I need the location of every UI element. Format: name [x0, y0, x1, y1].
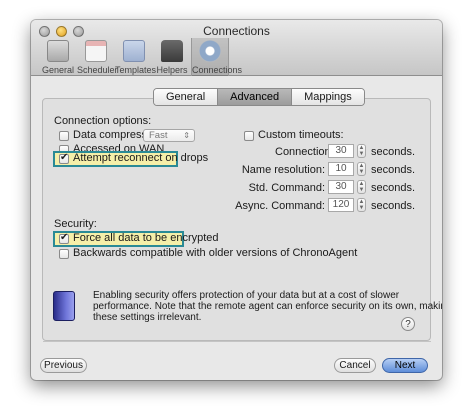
attempt-reconnect-checkbox[interactable] [59, 152, 69, 164]
templates-icon [123, 40, 145, 62]
next-button[interactable]: Next [382, 358, 428, 373]
custom-timeouts-checkbox[interactable] [244, 131, 254, 141]
connections-icon [199, 40, 221, 62]
cancel-button[interactable]: Cancel [334, 358, 376, 373]
tab-mappings[interactable]: Mappings [292, 89, 364, 105]
connection-timeout-stepper[interactable]: ▲ ▼ [357, 144, 366, 158]
force-encrypt-label: Force all data to be encrypted [73, 232, 219, 244]
tab-advanced[interactable]: Advanced [218, 89, 293, 105]
toolbar-connections[interactable]: Connections [191, 38, 243, 76]
toolbar-scheduler-label: Scheduler [77, 65, 118, 75]
custom-timeouts-label: Custom timeouts: [258, 129, 344, 141]
data-compression-checkbox[interactable] [59, 131, 69, 141]
name-resolution-label: Name resolution: [241, 164, 325, 176]
finder-icon [53, 291, 75, 321]
async-command-field[interactable]: 120 [328, 198, 354, 212]
connection-timeout-field[interactable]: 30 [328, 144, 354, 158]
std-command-field[interactable]: 30 [328, 180, 354, 194]
name-resolution-unit: seconds. [371, 164, 416, 176]
std-command-unit: seconds. [371, 182, 416, 194]
std-command-stepper[interactable]: ▲ ▼ [357, 180, 366, 194]
helpers-icon [161, 40, 183, 62]
toolbar-scheduler[interactable]: Scheduler [77, 38, 118, 76]
security-info-line-3: these settings irrelevant. [93, 312, 202, 323]
async-command-stepper[interactable]: ▲ ▼ [357, 198, 366, 212]
backwards-compat-checkbox[interactable] [59, 249, 69, 259]
async-command-label: Async. Command: [235, 200, 325, 212]
connection-timeout-unit: seconds. [371, 146, 416, 158]
chevron-updown-icon: ⇕ [183, 131, 190, 140]
toolbar: General Scheduler Templates Helpers Conn… [39, 38, 243, 76]
tab-bar: General Advanced Mappings [153, 88, 365, 106]
tab-general[interactable]: General [154, 89, 219, 105]
window-title: Connections [203, 24, 270, 38]
calendar-icon [85, 40, 107, 62]
force-encrypt-checkbox[interactable] [59, 232, 69, 244]
connection-options-heading: Connection options: [54, 115, 152, 127]
name-resolution-stepper[interactable]: ▲ ▼ [357, 162, 366, 176]
connection-timeout-label: Connection: [275, 146, 334, 158]
help-button[interactable]: ? [401, 317, 415, 331]
title-bar: Connections General Scheduler Templates … [31, 20, 442, 76]
backwards-compat-label: Backwards compatible with older versions… [73, 247, 358, 259]
compression-popup[interactable]: Fast ⇕ [143, 129, 195, 142]
general-icon [47, 40, 69, 62]
security-info-line-1: Enabling security offers protection of y… [93, 290, 400, 301]
toolbar-helpers-label: Helpers [156, 65, 188, 75]
security-info-line-2: performance. Note that the remote agent … [93, 301, 442, 312]
async-command-unit: seconds. [371, 200, 416, 212]
toolbar-helpers[interactable]: Helpers [153, 38, 191, 76]
connections-window: Connections General Scheduler Templates … [31, 20, 442, 380]
toolbar-general-label: General [41, 65, 75, 75]
attempt-reconnect-label: Attempt reconnect on drops [73, 152, 209, 164]
compression-value: Fast [149, 130, 168, 141]
std-command-label: Std. Command: [248, 182, 325, 194]
footer-separator [43, 341, 431, 342]
toolbar-templates[interactable]: Templates [115, 38, 157, 76]
toolbar-general[interactable]: General [39, 38, 77, 76]
toolbar-templates-label: Templates [115, 65, 157, 75]
name-resolution-field[interactable]: 10 [328, 162, 354, 176]
previous-button[interactable]: Previous [40, 358, 87, 373]
toolbar-connections-label: Connections [192, 65, 243, 75]
security-heading: Security: [54, 218, 97, 230]
